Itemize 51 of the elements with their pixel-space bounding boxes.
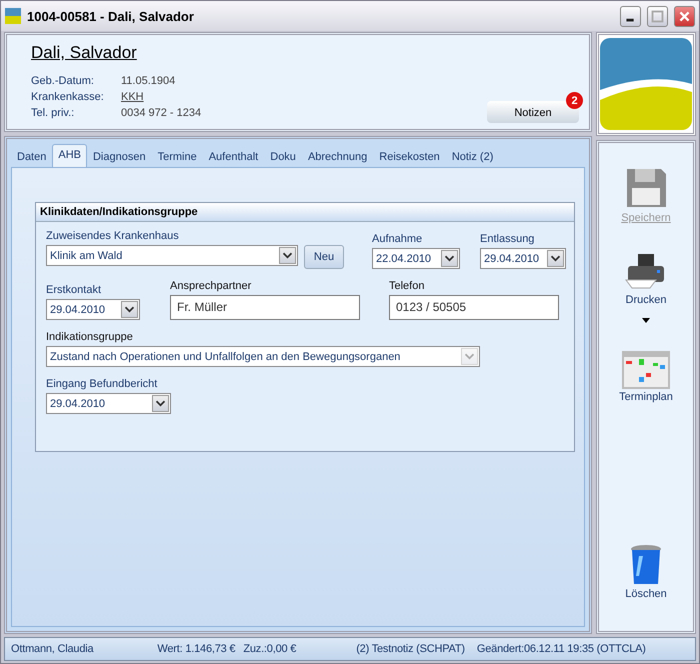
field-label: Krankenkasse:: [31, 90, 105, 105]
field-label: Ansprechpartner: [170, 280, 252, 292]
tab[interactable]: Daten: [11, 146, 52, 167]
field-value: 0034 972 - 1234: [121, 106, 202, 121]
status-text: Geändert:06.12.11 19:35 (OTTCLA): [476, 643, 646, 655]
field-label: Entlassung: [480, 233, 536, 245]
field-label: Aufnahme: [372, 233, 424, 245]
tab[interactable]: Abrechnung: [302, 146, 374, 167]
tab[interactable]: Diagnosen: [86, 146, 152, 167]
new-button[interactable]: Neu: [304, 245, 344, 269]
dropdown-field[interactable]: 22.04.2010: [372, 248, 460, 269]
logo-icon: [600, 38, 692, 130]
field-label: Erstkontakt: [46, 284, 102, 296]
trash-bin-icon: [629, 544, 663, 586]
tab[interactable]: Doku: [264, 146, 302, 167]
patient-name: Dali, Salvador: [31, 43, 137, 63]
field-label: Geb.-Datum:: [31, 74, 95, 89]
field-label: Tel. priv.:: [31, 106, 76, 121]
input-field[interactable]: 0123 / 50505: [389, 295, 559, 320]
toolbar-button[interactable]: Drucken: [618, 251, 674, 324]
maximize-button[interactable]: [647, 6, 668, 26]
tab[interactable]: Termine: [152, 146, 203, 167]
tab[interactable]: Notiz (2): [446, 146, 500, 167]
input-field[interactable]: Fr. Müller: [170, 295, 360, 320]
tab[interactable]: AHB: [52, 144, 87, 167]
tab[interactable]: Reisekosten: [373, 146, 446, 167]
field-label: Indikationsgruppe: [46, 331, 134, 343]
notification-badge: 2: [566, 92, 583, 109]
delete-button[interactable]: Löschen: [619, 543, 673, 601]
dropdown-field[interactable]: 29.04.2010: [46, 393, 171, 414]
field-value: 11.05.1904: [121, 74, 176, 89]
minimize-button[interactable]: [620, 6, 641, 26]
status-text: (2) Testnotiz (SCHPAT): [356, 643, 465, 655]
status-text: Wert: 1.146,73 €: [157, 643, 236, 655]
toolbar-button[interactable]: Terminplan: [613, 350, 679, 404]
status-text: Zuz.:0,00 €: [243, 643, 296, 655]
calendar-icon: [622, 351, 670, 389]
dropdown-caret-icon[interactable]: [642, 318, 650, 323]
group-title: Klinikdaten/Indikationsgruppe: [36, 203, 574, 222]
dropdown-field[interactable]: 29.04.2010: [480, 248, 566, 269]
tab[interactable]: Aufenthalt: [202, 146, 264, 167]
window-title: 1004-00581 - Dali, Salvador: [27, 8, 195, 24]
field-label: Telefon: [389, 280, 426, 292]
close-button[interactable]: [674, 6, 695, 26]
field-label: Zuweisendes Krankenhaus: [46, 230, 180, 242]
dropdown-field[interactable]: 29.04.2010: [46, 299, 140, 320]
field-link[interactable]: KKH: [121, 89, 144, 105]
dropdown-field[interactable]: Klinik am Wald: [46, 245, 298, 266]
app-icon: [5, 8, 21, 24]
field-label: Eingang Befundbericht: [46, 378, 158, 390]
status-text: Ottmann, Claudia: [11, 643, 94, 655]
